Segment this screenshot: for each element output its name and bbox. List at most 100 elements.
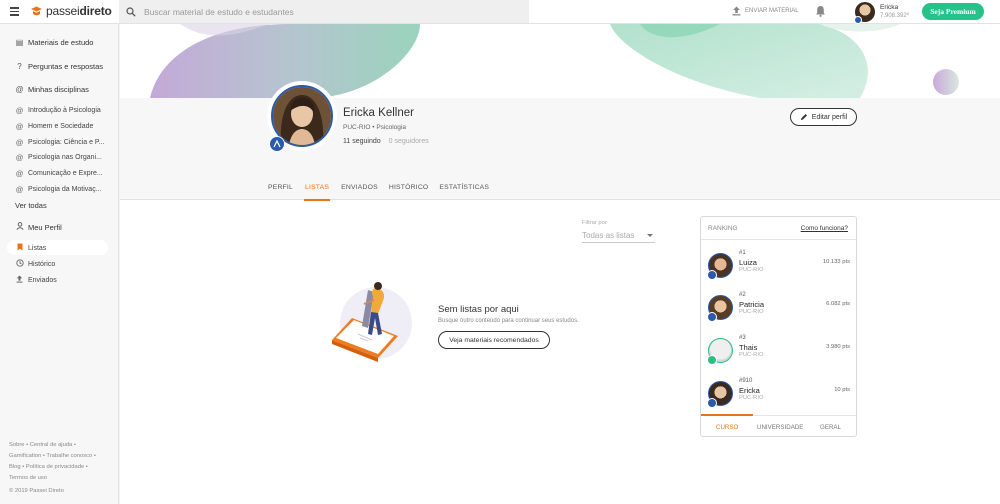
footer-line[interactable]: Sobre • Central de ajuda • xyxy=(9,440,109,451)
send-material-label: ENVIAR MATERIAL xyxy=(745,8,799,14)
ranking-points: 6.082 pts xyxy=(826,301,850,307)
followers-count[interactable]: 0 seguidores xyxy=(389,138,429,145)
tab-sent[interactable]: ENVIADOS xyxy=(341,184,378,201)
top-bar: passeidireto ENVIAR MATERIAL Ericka 7.90… xyxy=(0,0,1000,24)
clock-icon xyxy=(15,259,24,269)
ranking-name: Luiza xyxy=(739,258,757,267)
sidebar-item-materials[interactable]: ▤ Materiais de estudo xyxy=(15,38,94,47)
sidebar-item-discipline[interactable]: @ Psicologia nas Organi... xyxy=(15,153,102,162)
at-icon: @ xyxy=(15,185,24,194)
at-icon: @ xyxy=(15,85,24,94)
tab-statistics[interactable]: ESTATÍSTICAS xyxy=(439,184,489,201)
sidebar-item-questions[interactable]: ? Perguntas e respostas xyxy=(15,62,103,71)
sidebar-item-label: Introdução à Psicologia xyxy=(28,107,101,114)
sidebar-item-lists[interactable]: Listas xyxy=(15,243,46,253)
tab-history[interactable]: HISTÓRICO xyxy=(389,184,429,201)
sidebar-item-label: Listas xyxy=(28,244,47,252)
sidebar-section-title: Minhas disciplinas xyxy=(28,85,89,94)
edit-profile-label: Editar perfil xyxy=(811,113,848,121)
logo-text-bold: direto xyxy=(79,4,112,18)
ranking-position: #3 xyxy=(739,335,746,341)
upload-icon xyxy=(15,275,24,285)
upload-icon xyxy=(732,6,741,16)
at-icon: @ xyxy=(15,122,24,131)
sidebar-item-disciplines[interactable]: @ Minhas disciplinas xyxy=(15,85,89,94)
ranking-university: PUC-RIO xyxy=(739,309,764,315)
user-icon xyxy=(15,222,24,232)
sidebar-item-discipline[interactable]: @ Comunicação e Expre... xyxy=(15,169,103,178)
footer-line[interactable]: Gamification • Trabalhe conosco • xyxy=(9,451,109,462)
active-tab-underline xyxy=(701,414,753,416)
bookmark-icon xyxy=(15,243,24,253)
ranking-points: 10 pts xyxy=(834,387,850,393)
tab-profile[interactable]: PERFIL xyxy=(268,184,293,201)
sidebar-item-discipline[interactable]: @ Psicologia da Motivaç... xyxy=(15,185,102,194)
sidebar-item-label: Materiais de estudo xyxy=(28,38,94,47)
level-badge-icon xyxy=(707,312,717,322)
tab-university[interactable]: UNIVERSIDADE xyxy=(757,424,803,431)
at-icon: @ xyxy=(15,138,24,147)
ranking-row[interactable]: #2 Patricia PUC-RIO 6.082 pts xyxy=(707,292,850,322)
footer-links[interactable]: Sobre • Central de ajuda • Gamification … xyxy=(9,440,109,484)
user-menu[interactable]: Ericka 7.908.392º xyxy=(854,2,909,24)
footer-line[interactable]: Blog • Política de privacidade • xyxy=(9,462,109,473)
sidebar-item-label: Perguntas e respostas xyxy=(28,62,104,71)
sidebar-section-title: Meu Perfil xyxy=(28,222,62,232)
at-icon: @ xyxy=(15,153,24,162)
ranking-name: Thais xyxy=(739,343,758,352)
search-input[interactable] xyxy=(144,6,504,17)
sidebar-item-sent[interactable]: Enviados xyxy=(15,275,57,285)
profile-tabs: PERFIL LISTAS ENVIADOS HISTÓRICO ESTATÍS… xyxy=(268,184,500,201)
sidebar-item-profile[interactable]: Meu Perfil xyxy=(15,222,62,232)
profile-banner xyxy=(120,24,1000,98)
ranking-row[interactable]: #910 Ericka PUC-RIO 10 pts xyxy=(707,378,850,408)
recommended-materials-button[interactable]: Veja materiais recomendados xyxy=(438,331,550,349)
tab-general[interactable]: GERAL xyxy=(820,424,841,431)
question-icon: ? xyxy=(17,62,22,71)
following-count[interactable]: 11 seguindo xyxy=(343,138,381,145)
sidebar-item-label: Comunicação e Expre... xyxy=(28,170,103,177)
footer-line[interactable]: Termos de uso xyxy=(9,473,109,484)
profile-university: PUC-RIO • Psicologia xyxy=(343,124,406,131)
sidebar-item-history[interactable]: Histórico xyxy=(15,259,55,269)
level-badge-icon xyxy=(707,270,717,280)
empty-title: Sem listas por aqui xyxy=(438,304,519,315)
main-content: Ericka Kellner PUC-RIO • Psicologia 11 s… xyxy=(120,24,1000,504)
see-all-link[interactable]: Ver todas xyxy=(15,201,47,210)
send-material-button[interactable]: ENVIAR MATERIAL xyxy=(732,6,799,16)
ranking-points: 10.133 pts xyxy=(822,259,850,265)
filter-select[interactable]: Todas as listas xyxy=(582,229,655,243)
banner-shapes xyxy=(150,24,959,98)
empty-lists-illustration xyxy=(332,282,412,362)
search-bar[interactable] xyxy=(119,0,529,23)
tab-lists[interactable]: LISTAS xyxy=(304,184,331,201)
tab-course[interactable]: CURSO xyxy=(716,424,738,431)
user-points: 7.908.392º xyxy=(880,13,909,19)
sidebar-item-discipline[interactable]: @ Homem e Sociedade xyxy=(15,122,94,131)
sidebar: ▤ Materiais de estudo ? Perguntas e resp… xyxy=(0,24,119,504)
sidebar-item-discipline[interactable]: @ Psicologia: Ciência e P... xyxy=(15,138,105,147)
how-it-works-link[interactable]: Como funciona? xyxy=(801,225,848,232)
menu-icon[interactable] xyxy=(10,7,19,16)
sidebar-item-discipline[interactable]: @ Introdução à Psicologia xyxy=(15,106,101,115)
book-icon: ▤ xyxy=(15,38,24,47)
level-badge-icon xyxy=(269,136,285,152)
ranking-row[interactable]: #3 Thais PUC-RIO 3.980 pts xyxy=(707,335,850,365)
ranking-name: Ericka xyxy=(739,386,760,395)
edit-profile-button[interactable]: Editar perfil xyxy=(790,108,857,126)
logo[interactable]: passeidireto xyxy=(30,4,112,18)
filter-label: Filtrar por xyxy=(582,220,607,226)
sidebar-item-label: Psicologia nas Organi... xyxy=(28,154,102,161)
sidebar-item-label: Psicologia da Motivaç... xyxy=(28,186,102,193)
ranking-position: #910 xyxy=(739,378,753,384)
empty-subtitle: Busque outro conteúdo para continuar seu… xyxy=(438,318,579,324)
divider xyxy=(701,239,856,240)
bell-icon[interactable] xyxy=(815,5,826,17)
ranking-position: #2 xyxy=(739,292,746,298)
ranking-university: PUC-RIO xyxy=(739,352,764,358)
level-badge-icon xyxy=(854,16,862,24)
sidebar-item-label: Homem e Sociedade xyxy=(28,123,94,130)
premium-button[interactable]: Seja Premium xyxy=(922,3,984,20)
ranking-university: PUC-RIO xyxy=(739,267,764,273)
ranking-row[interactable]: #1 Luiza PUC-RIO 10.133 pts xyxy=(707,250,850,280)
